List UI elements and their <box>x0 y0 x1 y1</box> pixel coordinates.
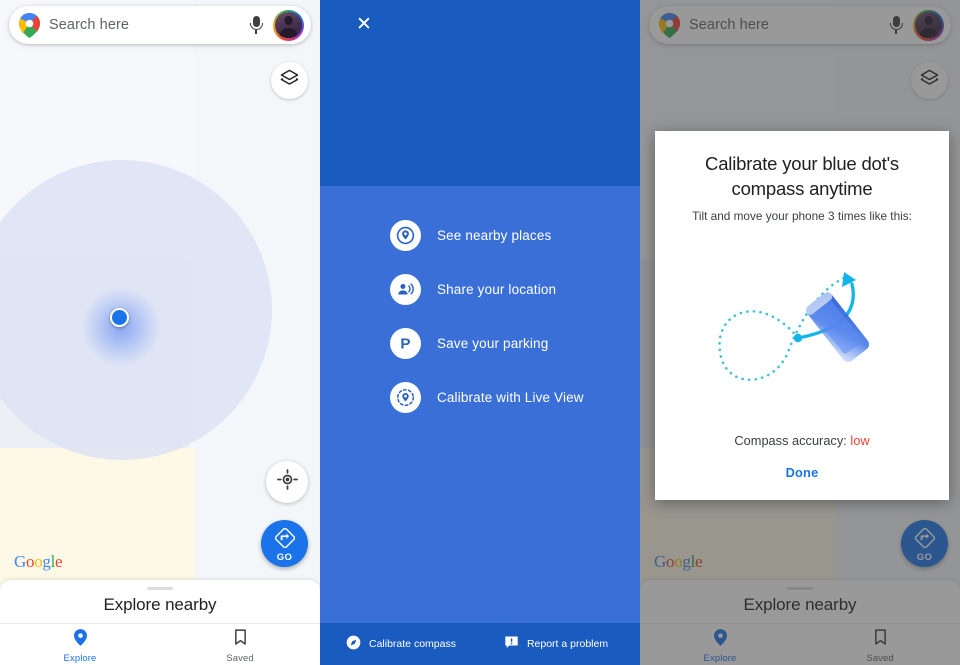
panel-calibration-dialog: Search here GO <box>640 0 960 665</box>
nav-item-explore[interactable]: Explore <box>0 626 160 664</box>
footer-item-calibrate-compass[interactable]: Calibrate compass <box>346 635 456 653</box>
sheet-drag-handle[interactable] <box>147 587 173 590</box>
menu-label: Save your parking <box>437 335 549 351</box>
close-icon[interactable]: ✕ <box>352 12 376 36</box>
compass-icon <box>346 635 361 653</box>
status-badge: low <box>850 433 870 448</box>
nav-item-saved[interactable]: Saved <box>160 626 320 664</box>
menu-item-save-your-parking[interactable]: P Save your parking <box>320 316 640 370</box>
blue-dot-location-marker <box>110 308 129 327</box>
menu-item-calibrate-with-live-view[interactable]: Calibrate with Live View <box>320 370 640 424</box>
layers-icon <box>280 69 299 93</box>
parking-p-icon: P <box>390 327 421 359</box>
nav-label-explore: Explore <box>63 652 97 664</box>
go-button[interactable]: GO <box>261 520 308 567</box>
blue-footer-bar: Calibrate compass Report a problem <box>320 623 640 665</box>
menu-label: See nearby places <box>437 227 552 243</box>
directions-arrow-icon <box>274 527 295 553</box>
menu-label: Share your location <box>437 281 557 297</box>
dialog-title: Calibrate your blue dot's compass anytim… <box>705 153 899 199</box>
share-location-icon <box>390 273 421 305</box>
search-bar[interactable]: Search here <box>9 6 311 44</box>
svg-text:P: P <box>400 335 410 352</box>
search-input[interactable]: Search here <box>49 17 239 33</box>
location-pin-icon <box>73 628 87 651</box>
microphone-icon[interactable] <box>248 14 264 36</box>
footer-item-report-a-problem[interactable]: Report a problem <box>504 635 608 653</box>
live-view-menu: See nearby places Share your location P … <box>320 208 640 424</box>
accuracy-label: Compass accuracy: <box>734 433 847 448</box>
panel-map-default: Search here GO Google Explore nearby Exp… <box>0 0 320 665</box>
explore-nearby-sheet[interactable]: Explore nearby <box>0 580 320 623</box>
menu-item-see-nearby-places[interactable]: See nearby places <box>320 208 640 262</box>
my-location-icon <box>276 469 298 495</box>
page-title: Explore nearby <box>103 594 217 614</box>
figure-eight-motion-illustration <box>655 235 949 425</box>
maps-pin-icon <box>19 12 40 38</box>
avatar[interactable] <box>273 9 304 41</box>
three-panel-screenshot: Search here GO Google Explore nearby Exp… <box>0 0 960 665</box>
avatar-image <box>275 11 302 39</box>
calibration-dialog: Calibrate your blue dot's compass anytim… <box>655 131 949 500</box>
done-button[interactable]: Done <box>655 465 949 480</box>
footer-label: Report a problem <box>526 638 609 650</box>
report-problem-icon <box>504 635 519 653</box>
nav-label-saved: Saved <box>226 652 254 664</box>
dialog-subtitle: Tilt and move your phone 3 times like th… <box>692 209 912 223</box>
menu-label: Calibrate with Live View <box>437 389 584 405</box>
location-beam-glow <box>82 288 160 366</box>
explore-target-icon <box>390 219 421 251</box>
footer-label: Calibrate compass <box>369 638 456 650</box>
compass-accuracy-status: Compass accuracy: low <box>655 433 949 448</box>
go-button-label: GO <box>276 552 293 563</box>
bookmark-icon <box>234 628 247 651</box>
my-location-button[interactable] <box>266 461 308 503</box>
layers-button[interactable] <box>271 62 308 99</box>
menu-item-share-your-location[interactable]: Share your location <box>320 262 640 316</box>
google-watermark: Google <box>14 552 63 571</box>
calibrate-pin-icon <box>390 381 421 413</box>
panel-live-view-menu: ✕ See nearby places Share your location … <box>320 0 640 665</box>
bottom-navigation: Explore Saved <box>0 623 320 665</box>
